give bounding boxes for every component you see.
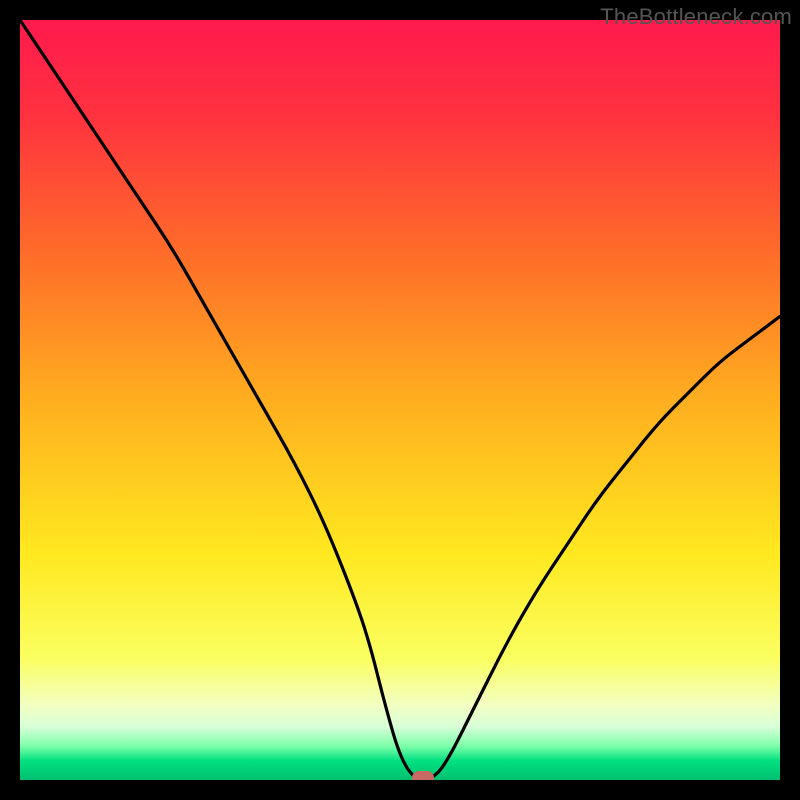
plot-area bbox=[20, 20, 780, 780]
plot-svg bbox=[20, 20, 780, 780]
gradient-background bbox=[20, 20, 780, 780]
optimal-point-marker bbox=[412, 771, 434, 780]
watermark-label: TheBottleneck.com bbox=[600, 4, 792, 30]
chart-frame: TheBottleneck.com bbox=[0, 0, 800, 800]
